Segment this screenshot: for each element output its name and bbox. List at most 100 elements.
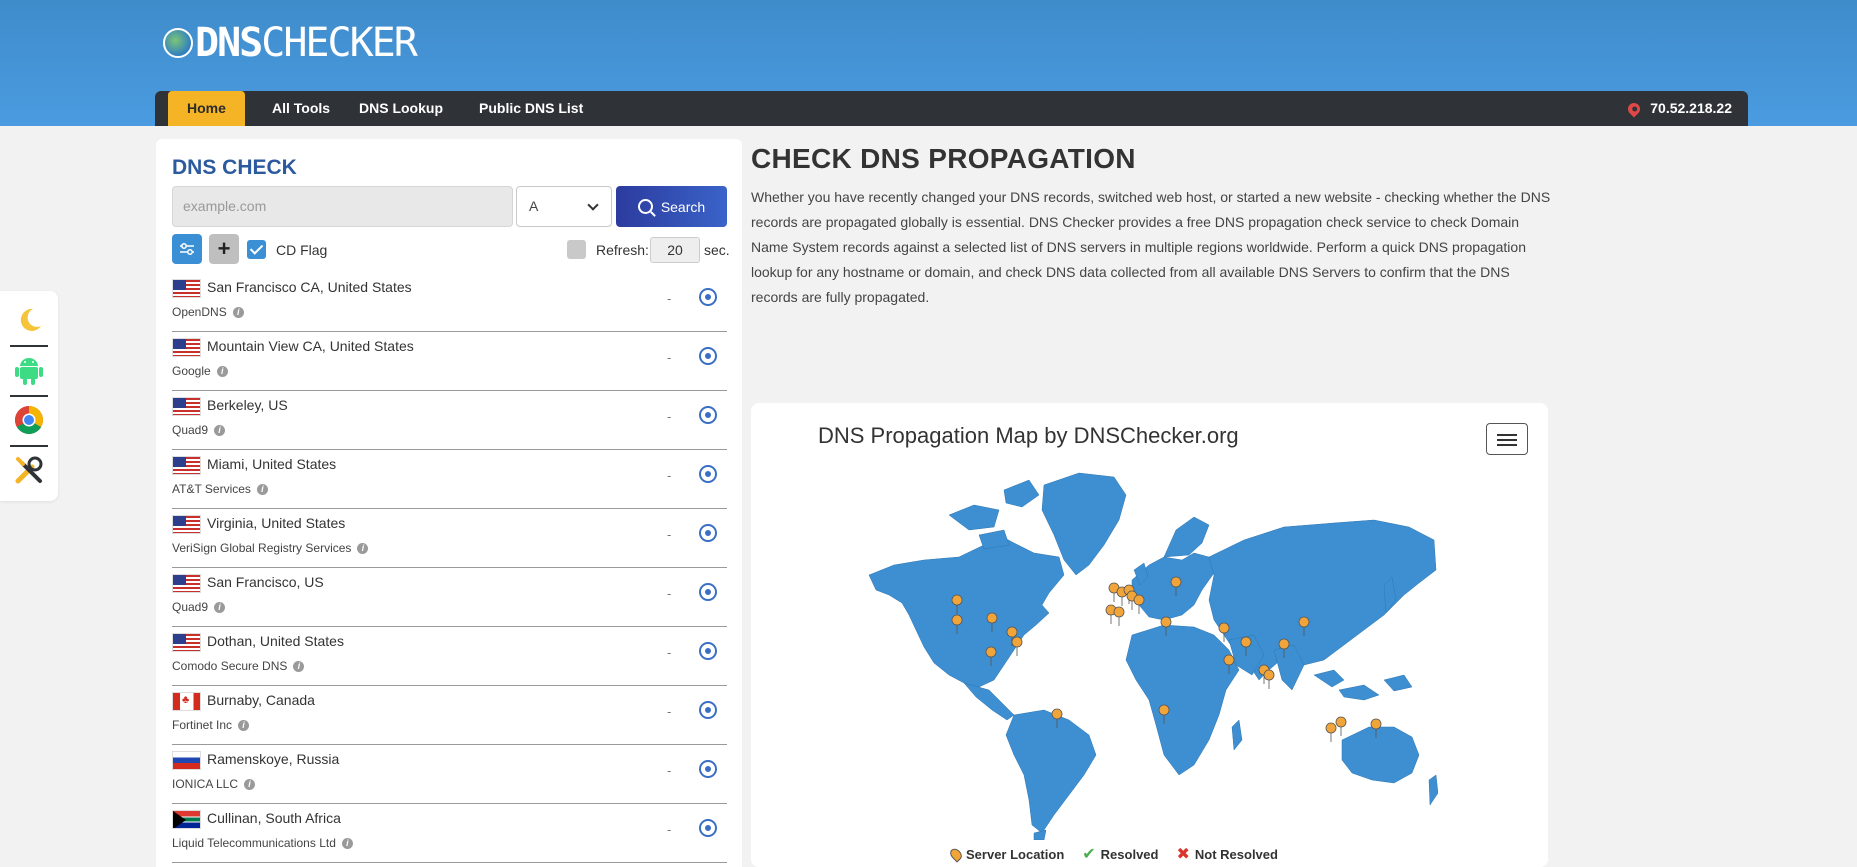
refresh-label: Refresh: — [596, 242, 649, 258]
legend-not-resolved[interactable]: ✖ Not Resolved — [1176, 844, 1277, 864]
tools-icon — [15, 456, 43, 484]
status-pending-icon[interactable] — [699, 583, 717, 601]
info-icon[interactable]: i — [232, 306, 244, 318]
server-row: San Francisco, US Quad9 i - — [172, 568, 727, 627]
record-type-value: A — [529, 198, 539, 214]
info-icon[interactable]: i — [357, 542, 369, 554]
server-pin[interactable] — [1325, 722, 1337, 743]
status-pending-icon[interactable] — [699, 524, 717, 542]
server-provider: OpenDNS i — [172, 305, 244, 319]
search-label: Search — [660, 198, 706, 215]
sliders-icon — [180, 243, 194, 255]
tools-link[interactable] — [10, 449, 48, 491]
chrome-icon — [15, 406, 43, 434]
refresh-unit: sec. — [704, 242, 730, 258]
info-icon[interactable]: i — [238, 719, 250, 731]
server-location: Mountain View CA, United States — [207, 338, 414, 354]
pin-icon — [947, 845, 965, 863]
nav-public-dns-list[interactable]: Public DNS List — [460, 91, 602, 126]
status-pending-icon[interactable] — [699, 760, 717, 778]
server-list: San Francisco CA, United States OpenDNS i -… — [172, 273, 727, 863]
legend-server-location[interactable]: Server Location — [947, 845, 1064, 863]
server-provider: Liquid Telecommunications Ltd i — [172, 836, 353, 850]
scandinavia-landmass — [1163, 516, 1210, 558]
dark-mode-toggle[interactable] — [10, 299, 48, 341]
dns-check-panel: DNS CHECK example.com A Search + CD Flag… — [156, 139, 742, 867]
server-provider: AT&T Services i — [172, 482, 268, 496]
map-title: DNS Propagation Map by DNSChecker.org — [818, 423, 1239, 448]
madagascar-landmass — [1231, 719, 1243, 751]
server-result: - — [667, 350, 672, 365]
server-pin[interactable] — [1263, 669, 1275, 690]
cd-flag-checkbox[interactable] — [247, 240, 266, 259]
chrome-extension-link[interactable] — [10, 399, 48, 441]
info-icon[interactable]: i — [214, 601, 226, 613]
flag-us-icon — [172, 338, 201, 357]
server-provider: Fortinet Inc i — [172, 718, 250, 732]
search-icon — [637, 199, 653, 214]
refresh-interval-input[interactable]: 20 — [650, 237, 700, 263]
info-icon[interactable]: i — [244, 778, 256, 790]
chart-menu-button[interactable] — [1486, 423, 1528, 455]
status-pending-icon[interactable] — [699, 288, 717, 306]
filter-options-button[interactable] — [172, 234, 202, 264]
flag-us-icon — [172, 515, 201, 534]
auto-refresh-checkbox[interactable] — [567, 240, 586, 259]
domain-input[interactable]: example.com — [172, 186, 513, 227]
search-button[interactable]: Search — [616, 186, 727, 227]
ip-address-display: 70.52.218.22 — [1625, 91, 1732, 126]
server-result: - — [667, 527, 672, 542]
map-legend: Server Location ✔ Resolved ✖ Not Resolved — [947, 844, 1278, 864]
server-row: Cullinan, South Africa Liquid Telecommuni… — [172, 804, 727, 863]
android-app-link[interactable] — [10, 349, 48, 391]
info-icon[interactable]: i — [341, 837, 353, 849]
floating-toolbar — [0, 291, 58, 501]
check-icon: ✔ — [1082, 846, 1096, 863]
ip-address: 70.52.218.22 — [1650, 100, 1732, 116]
server-result: - — [667, 822, 672, 837]
status-pending-icon[interactable] — [699, 406, 717, 424]
server-row: Ramenskoye, Russia IONICA LLC i - — [172, 745, 727, 804]
separator — [10, 345, 48, 347]
status-pending-icon[interactable] — [699, 701, 717, 719]
server-result: - — [667, 468, 672, 483]
status-pending-icon[interactable] — [699, 819, 717, 837]
server-location: San Francisco, US — [207, 574, 324, 590]
server-pin[interactable] — [1335, 716, 1347, 737]
legend-resolved[interactable]: ✔ Resolved — [1082, 844, 1158, 864]
africa-landmass — [1125, 624, 1240, 776]
status-pending-icon[interactable] — [699, 642, 717, 660]
status-pending-icon[interactable] — [699, 347, 717, 365]
server-result: - — [667, 409, 672, 424]
flag-za-icon — [172, 810, 201, 829]
server-row: Berkeley, US Quad9 i - — [172, 391, 727, 450]
flag-ru-icon — [172, 751, 201, 770]
info-icon[interactable]: i — [214, 424, 226, 436]
info-icon[interactable]: i — [256, 483, 268, 495]
site-logo[interactable]: DNSCHECKER — [163, 14, 418, 72]
server-location: Dothan, United States — [207, 633, 344, 649]
info-icon[interactable]: i — [293, 660, 305, 672]
server-location: Burnaby, Canada — [207, 692, 315, 708]
nav-all-tools[interactable]: All Tools — [253, 91, 349, 126]
add-server-button[interactable]: + — [209, 234, 239, 264]
server-pin[interactable] — [1113, 606, 1125, 627]
status-pending-icon[interactable] — [699, 465, 717, 483]
server-row: Burnaby, Canada Fortinet Inci - — [172, 686, 727, 745]
hamburger-icon — [1497, 434, 1517, 436]
flag-us-icon — [172, 633, 201, 652]
nav-home[interactable]: Home — [168, 91, 245, 126]
arctic-islands — [948, 479, 1040, 550]
server-provider: Quad9 i — [172, 600, 226, 614]
server-row: Mountain View CA, United States Google i - — [172, 332, 727, 391]
server-result: - — [667, 763, 672, 778]
flag-ca-icon — [172, 692, 201, 711]
server-provider: Comodo Secure DNS i — [172, 659, 305, 673]
moon-icon — [20, 308, 41, 331]
server-row: Miami, United States AT&T Services i - — [172, 450, 727, 509]
flag-us-icon — [172, 574, 201, 593]
nav-dns-lookup[interactable]: DNS Lookup — [340, 91, 462, 126]
record-type-select[interactable]: A — [516, 186, 612, 227]
info-icon[interactable]: i — [216, 365, 228, 377]
server-location: Miami, United States — [207, 456, 337, 472]
